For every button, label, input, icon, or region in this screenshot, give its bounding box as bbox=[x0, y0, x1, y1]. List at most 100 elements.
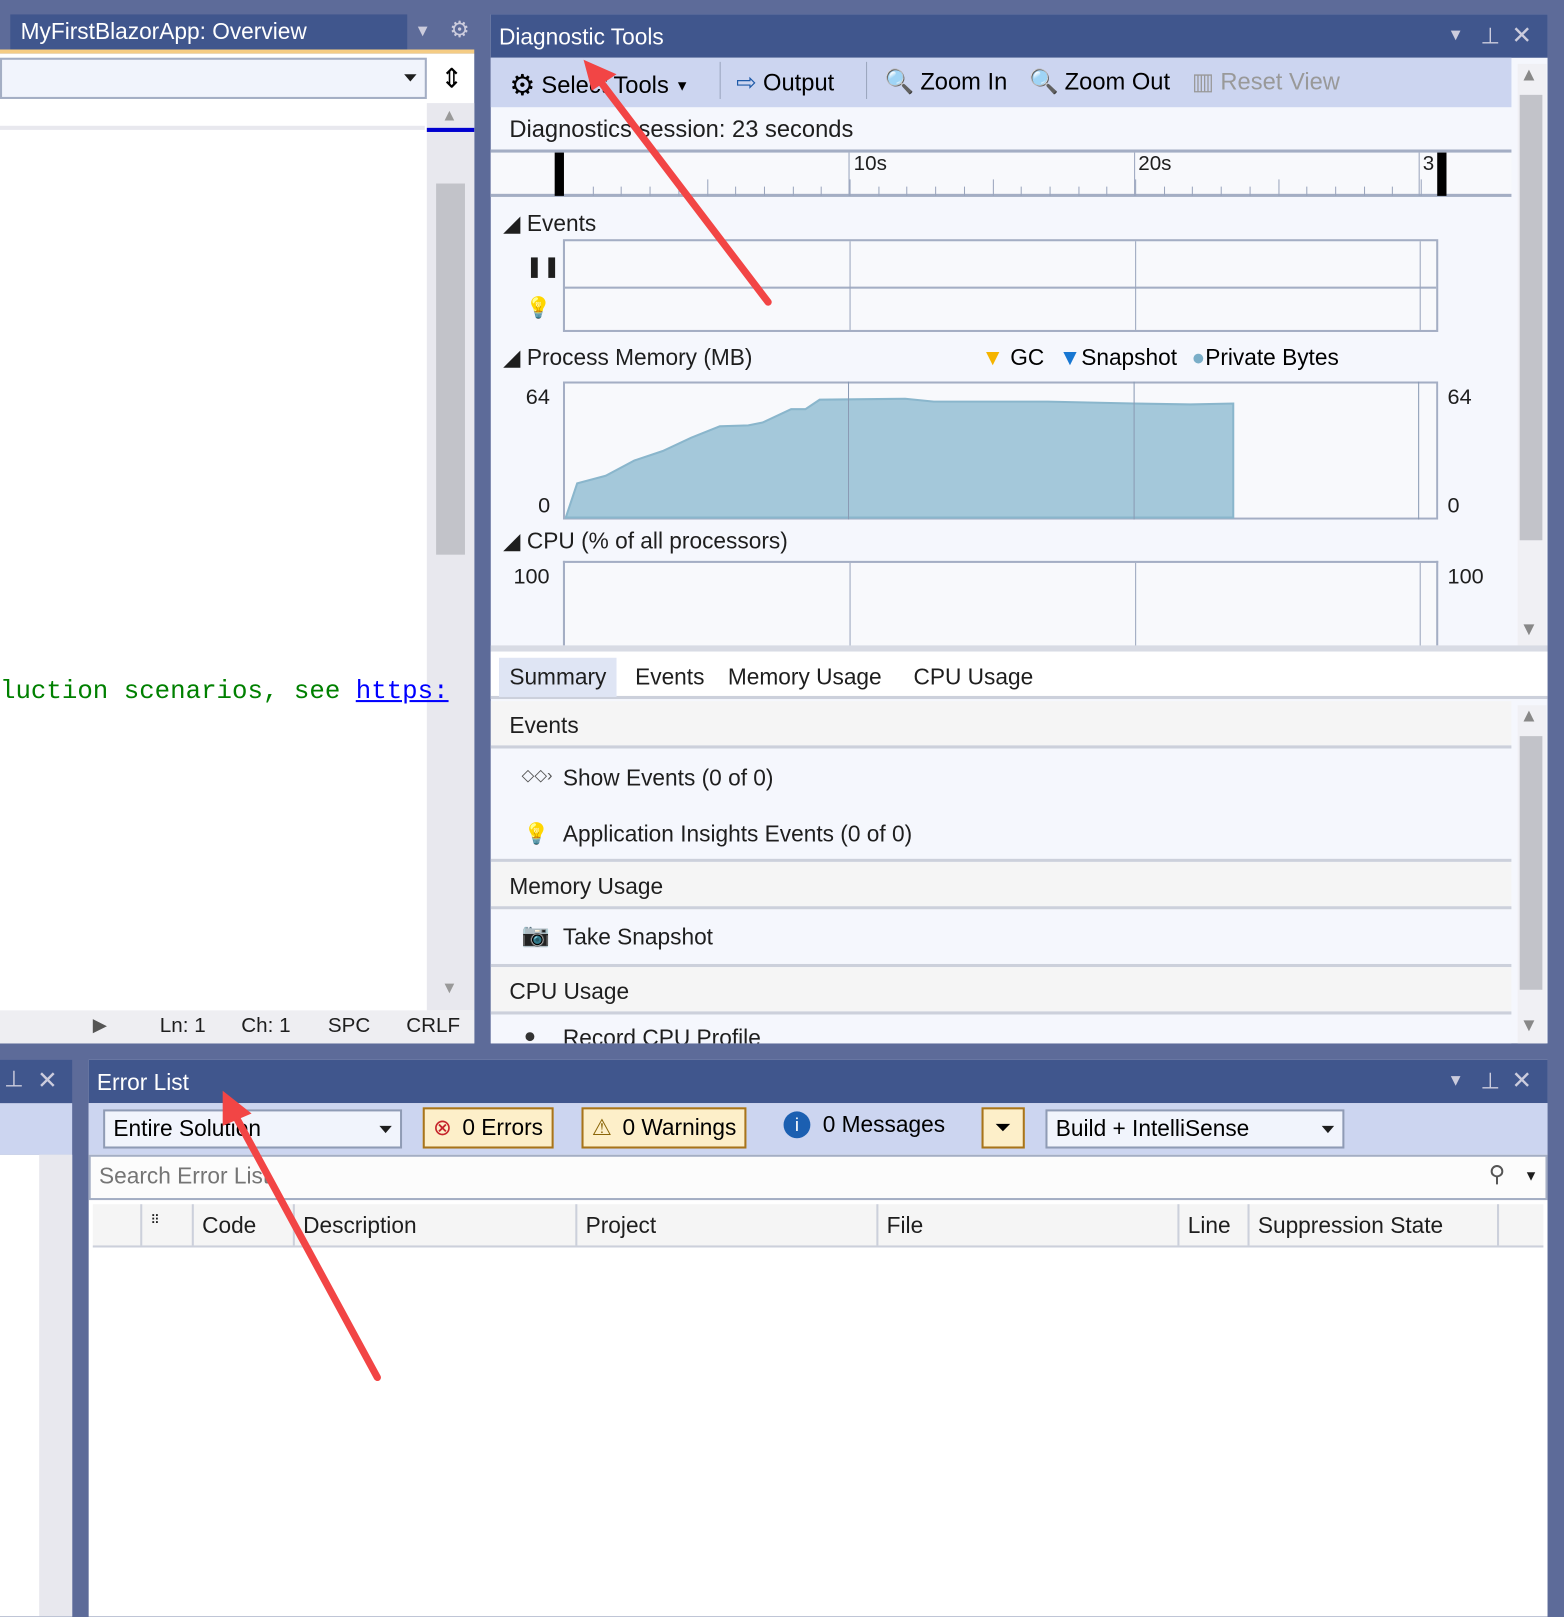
whitespace-indicator[interactable]: SPC bbox=[328, 1015, 370, 1039]
range-start-handle[interactable] bbox=[554, 152, 564, 196]
scope-dropdown[interactable]: Entire Solution bbox=[103, 1109, 403, 1149]
scroll-down-icon[interactable]: ▼ bbox=[1520, 1015, 1538, 1037]
zoom-out-button[interactable]: 🔍 Zoom Out bbox=[1029, 68, 1170, 96]
tab-memory-usage[interactable]: Memory Usage bbox=[728, 664, 882, 691]
gear-icon: ⚙ bbox=[509, 69, 536, 102]
events-label: Events bbox=[526, 210, 597, 237]
tab-events[interactable]: Events bbox=[635, 664, 704, 691]
col-project[interactable]: Project bbox=[577, 1204, 879, 1246]
cpu-usage-header: CPU Usage bbox=[509, 978, 630, 1005]
ruler-tick bbox=[706, 179, 708, 196]
take-snapshot-button[interactable]: Take Snapshot bbox=[563, 924, 713, 951]
app-insights-icon: 💡 bbox=[523, 822, 550, 846]
scope-value: Entire Solution bbox=[113, 1115, 261, 1142]
diag-title: Diagnostic Tools bbox=[499, 23, 664, 50]
scroll-thumb[interactable] bbox=[436, 183, 465, 555]
errors-filter-button[interactable]: ⊗ 0 Errors bbox=[422, 1107, 554, 1149]
warnings-filter-button[interactable]: ⚠ 0 Warnings bbox=[581, 1107, 747, 1149]
search-options-icon[interactable]: ▼ bbox=[1524, 1167, 1538, 1183]
window-menu-icon[interactable]: ▼ bbox=[1448, 1072, 1464, 1091]
scroll-thumb[interactable] bbox=[1519, 94, 1543, 541]
zoom-in-icon: 🔍 bbox=[884, 68, 915, 95]
ruler-tick bbox=[1106, 186, 1108, 196]
filter-toggle-button[interactable]: ⏷ bbox=[981, 1107, 1025, 1149]
app-insights-events-link[interactable]: Application Insights Events (0 of 0) bbox=[563, 821, 912, 848]
events-section[interactable]: ◢ Events bbox=[503, 210, 596, 237]
scroll-up-icon[interactable]: ▲ bbox=[1520, 64, 1538, 86]
expand-icon[interactable]: ▶ bbox=[93, 1015, 107, 1037]
code-link[interactable]: https: bbox=[356, 676, 449, 706]
ruler-tick bbox=[849, 179, 851, 196]
show-events-link[interactable]: Show Events (0 of 0) bbox=[563, 765, 774, 792]
col-description[interactable]: Description bbox=[295, 1204, 578, 1246]
reset-view-label: Reset View bbox=[1220, 68, 1340, 95]
tab-dropdown-icon[interactable]: ▼ bbox=[414, 23, 430, 42]
col-file[interactable]: File bbox=[878, 1204, 1180, 1246]
scroll-up-icon[interactable]: ▲ bbox=[441, 107, 457, 126]
cpu-ymax-left: 100 bbox=[513, 564, 550, 589]
cpu-section[interactable]: ◢ CPU (% of all processors) bbox=[503, 528, 788, 555]
scroll-thumb[interactable] bbox=[1519, 736, 1543, 990]
summary-scrollbar[interactable]: ▲ ▼ bbox=[1517, 705, 1547, 1044]
line-ending-indicator[interactable]: CRLF bbox=[406, 1015, 460, 1039]
window-menu-icon[interactable]: ▼ bbox=[1448, 27, 1464, 46]
reset-view-button[interactable]: ▥ Reset View bbox=[1192, 68, 1340, 96]
gear-icon[interactable]: ⚙ bbox=[450, 16, 470, 43]
messages-filter-button[interactable]: i 0 Messages bbox=[783, 1111, 945, 1139]
vs-window: MyFirstBlazorApp: Overview ▼ ⚙ ⇕ ▲ ▼ luc… bbox=[0, 0, 1564, 1617]
memory-usage-header: Memory Usage bbox=[509, 873, 664, 900]
scroll-down-icon[interactable]: ▼ bbox=[441, 979, 457, 998]
tab-cpu-usage[interactable]: CPU Usage bbox=[913, 664, 1033, 691]
scroll-down-icon[interactable]: ▼ bbox=[1520, 619, 1538, 641]
line-indicator: Ln: 1 bbox=[159, 1014, 206, 1038]
diag-tabs: Summary Events Memory Usage CPU Usage bbox=[490, 651, 1548, 700]
error-list-toolbar: Entire Solution ⊗ 0 Errors ⚠ 0 Warnings i0… bbox=[88, 1103, 1548, 1155]
range-end-handle[interactable] bbox=[1437, 152, 1447, 196]
diag-scrollbar[interactable]: ▲ ▼ bbox=[1517, 63, 1547, 648]
zoom-out-icon: 🔍 bbox=[1028, 68, 1059, 95]
pin-icon[interactable]: ⊥ bbox=[4, 1066, 24, 1093]
pin-icon[interactable]: ⊥ bbox=[1481, 1068, 1501, 1095]
output-label: Output bbox=[763, 69, 835, 96]
search-error-list[interactable]: ⚲ ▼ bbox=[88, 1154, 1548, 1201]
legend-gc: ▼ GC bbox=[982, 344, 1045, 371]
legend-private-bytes: ●Private Bytes bbox=[1191, 344, 1338, 371]
session-duration: Diagnostics session: 23 seconds bbox=[509, 115, 854, 143]
tab-summary[interactable]: Summary bbox=[499, 657, 617, 697]
ruler-tick bbox=[592, 186, 594, 196]
search-input[interactable] bbox=[90, 1156, 1473, 1196]
record-cpu-profile-button[interactable]: Record CPU Profile bbox=[563, 1025, 761, 1044]
ruler-tick bbox=[1192, 186, 1194, 196]
search-icon[interactable]: ⚲ bbox=[1489, 1161, 1506, 1188]
col-category-icon[interactable]: ⠿ bbox=[142, 1204, 194, 1246]
ruler-tick bbox=[621, 186, 623, 196]
timeline-ruler[interactable]: 10s 20s 3 bbox=[490, 149, 1512, 197]
split-icon[interactable]: ⇕ bbox=[433, 58, 470, 99]
close-icon[interactable]: ✕ bbox=[37, 1066, 58, 1096]
scroll-up-icon[interactable]: ▲ bbox=[1520, 705, 1538, 727]
memory-section[interactable]: ◢ Process Memory (MB) bbox=[503, 344, 752, 371]
col-line[interactable]: Line bbox=[1179, 1204, 1250, 1246]
col-code[interactable]: Code bbox=[194, 1204, 295, 1246]
build-filter-dropdown[interactable]: Build + IntelliSense bbox=[1045, 1109, 1345, 1149]
pin-icon[interactable]: ⊥ bbox=[1481, 23, 1501, 50]
caret-marker bbox=[426, 127, 475, 132]
editor: ⇕ ▲ ▼ luction scenarios, see https: ▶ Ln… bbox=[0, 53, 475, 1044]
output-button[interactable]: ⇨ Output bbox=[736, 68, 834, 98]
close-icon[interactable]: ✕ bbox=[1511, 21, 1532, 51]
diag-title-bar: Diagnostic Tools ▼ ⊥ ✕ bbox=[490, 14, 1548, 58]
cpu-chart[interactable] bbox=[562, 560, 1439, 648]
ruler-tick bbox=[1135, 179, 1137, 196]
col-suppression-state[interactable]: Suppression State bbox=[1250, 1204, 1500, 1246]
editor-scrollbar[interactable]: ▲ ▼ bbox=[426, 103, 475, 1011]
editor-tab[interactable]: MyFirstBlazorApp: Overview bbox=[10, 14, 408, 50]
select-tools-button[interactable]: ⚙ Select Tools ▼ bbox=[509, 68, 689, 102]
error-icon: ⊗ bbox=[433, 1114, 453, 1141]
close-icon[interactable]: ✕ bbox=[1511, 1066, 1532, 1096]
col-icon[interactable] bbox=[93, 1204, 143, 1246]
scrollbar[interactable] bbox=[39, 1154, 73, 1617]
zoom-in-button[interactable]: 🔍 Zoom In bbox=[885, 68, 1008, 96]
navigation-combo[interactable] bbox=[0, 57, 427, 99]
memory-chart[interactable] bbox=[562, 381, 1439, 520]
summary-content: Events ◇◇› Show Events (0 of 0) 💡 Applic… bbox=[490, 701, 1512, 1044]
